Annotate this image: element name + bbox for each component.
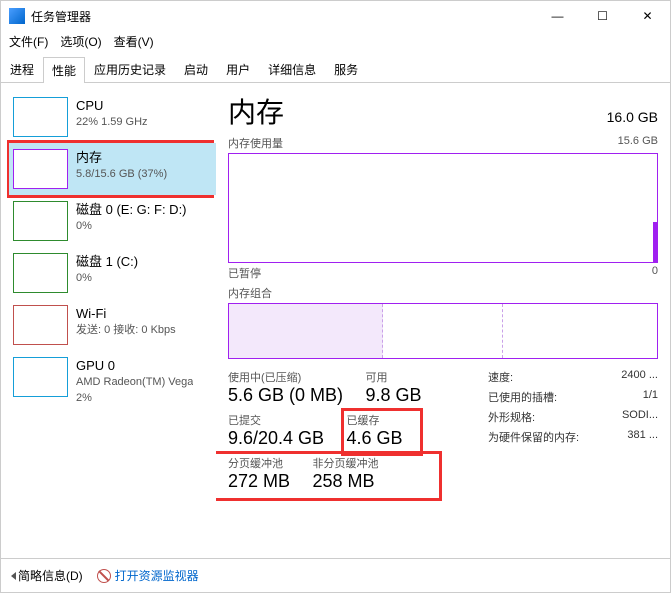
stats-left: 使用中(已压缩) 5.6 GB (0 MB) 可用 9.8 GB 已提交 9.6… <box>228 369 472 498</box>
sidebar-item-cpu[interactable]: CPU 22% 1.59 GHz <box>9 91 216 143</box>
window-title: 任务管理器 <box>31 8 535 25</box>
usage-graph-label: 内存使用量 15.6 GB <box>228 135 658 151</box>
caret-left-icon <box>11 572 16 580</box>
stat-available: 可用 9.8 GB <box>365 369 421 406</box>
wifi-name: Wi-Fi <box>76 305 176 323</box>
wifi-sub: 发送: 0 接收: 0 Kbps <box>76 323 176 338</box>
disk1-name: 磁盘 1 (C:) <box>76 253 138 271</box>
pane-header: 内存 16.0 GB <box>228 91 658 131</box>
tab-app-history[interactable]: 应用历史记录 <box>85 56 175 82</box>
usage-graph <box>228 153 658 263</box>
menu-bar: 文件(F) 选项(O) 查看(V) <box>1 31 670 52</box>
app-icon <box>9 8 25 24</box>
sidebar-item-wifi[interactable]: Wi-Fi 发送: 0 接收: 0 Kbps <box>9 299 216 351</box>
menu-view[interactable]: 查看(V) <box>114 33 154 50</box>
disk0-sub: 0% <box>76 219 187 234</box>
main-area: CPU 22% 1.59 GHz 内存 5.8/15.6 GB (37%) 磁 <box>1 83 670 558</box>
disk1-thumb <box>13 253 68 293</box>
disk0-name: 磁盘 0 (E: G: F: D:) <box>76 201 187 219</box>
menu-options[interactable]: 选项(O) <box>60 33 101 50</box>
composition-bar <box>228 303 658 359</box>
wifi-thumb <box>13 305 68 345</box>
memory-sub: 5.8/15.6 GB (37%) <box>76 167 167 182</box>
tab-services[interactable]: 服务 <box>325 56 367 82</box>
resmon-icon <box>97 569 111 583</box>
title-bar: 任务管理器 — ☐ ✕ <box>1 1 670 31</box>
tab-processes[interactable]: 进程 <box>1 56 43 82</box>
menu-file[interactable]: 文件(F) <box>9 33 48 50</box>
graph-spike <box>653 222 657 262</box>
footer: 简略信息(D) 打开资源监视器 <box>1 558 670 592</box>
stat-committed: 已提交 9.6/20.4 GB <box>228 412 324 449</box>
sidebar-item-gpu0[interactable]: GPU 0 AMD Radeon(TM) Vega 2% <box>9 351 216 412</box>
tab-performance[interactable]: 性能 <box>43 57 85 83</box>
gpu0-sub2: 2% <box>76 391 193 406</box>
disk1-sub: 0% <box>76 271 138 286</box>
sidebar-item-disk0[interactable]: 磁盘 0 (E: G: F: D:) 0% <box>9 195 216 247</box>
sidebar-item-memory[interactable]: 内存 5.8/15.6 GB (37%) <box>9 143 216 195</box>
tab-users[interactable]: 用户 <box>217 56 259 82</box>
tab-details[interactable]: 详细信息 <box>259 56 325 82</box>
memory-thumb <box>13 149 68 189</box>
cpu-sub: 22% 1.59 GHz <box>76 115 148 130</box>
cpu-name: CPU <box>76 97 148 115</box>
stats-area: 使用中(已压缩) 5.6 GB (0 MB) 可用 9.8 GB 已提交 9.6… <box>228 369 658 498</box>
stat-paged: 分页缓冲池 272 MB <box>228 455 290 492</box>
gpu0-name: GPU 0 <box>76 357 193 375</box>
sidebar-item-disk1[interactable]: 磁盘 1 (C:) 0% <box>9 247 216 299</box>
performance-sidebar: CPU 22% 1.59 GHz 内存 5.8/15.6 GB (37%) 磁 <box>1 83 216 558</box>
gpu0-sub: AMD Radeon(TM) Vega <box>76 375 193 390</box>
task-manager-window: 任务管理器 — ☐ ✕ 文件(F) 选项(O) 查看(V) 进程 性能 应用历史… <box>0 0 671 593</box>
tab-startup[interactable]: 启动 <box>175 56 217 82</box>
pane-capacity: 16.0 GB <box>607 109 658 125</box>
detail-pane: 内存 16.0 GB 内存使用量 15.6 GB 已暂停 0 内存组合 <box>216 83 670 558</box>
cpu-thumb <box>13 97 68 137</box>
minimize-button[interactable]: — <box>535 1 580 31</box>
stat-cached: 已缓存 4.6 GB <box>347 412 403 449</box>
stat-inuse: 使用中(已压缩) 5.6 GB (0 MB) <box>228 369 343 406</box>
maximize-button[interactable]: ☐ <box>580 1 625 31</box>
disk0-thumb <box>13 201 68 241</box>
brief-toggle[interactable]: 简略信息(D) <box>11 567 83 584</box>
tab-strip: 进程 性能 应用历史记录 启动 用户 详细信息 服务 <box>1 56 670 83</box>
usage-graph-footer: 已暂停 0 <box>228 265 658 281</box>
close-button[interactable]: ✕ <box>625 1 670 31</box>
stats-right: 速度:2400 ... 已使用的插槽:1/1 外形规格:SODI... 为硬件保… <box>488 369 658 498</box>
pane-title: 内存 <box>228 91 284 131</box>
resource-monitor-link[interactable]: 打开资源监视器 <box>97 567 199 584</box>
stat-nonpaged: 非分页缓冲池 258 MB <box>313 455 379 492</box>
gpu0-thumb <box>13 357 68 397</box>
composition-label: 内存组合 <box>228 285 658 301</box>
memory-name: 内存 <box>76 149 167 167</box>
